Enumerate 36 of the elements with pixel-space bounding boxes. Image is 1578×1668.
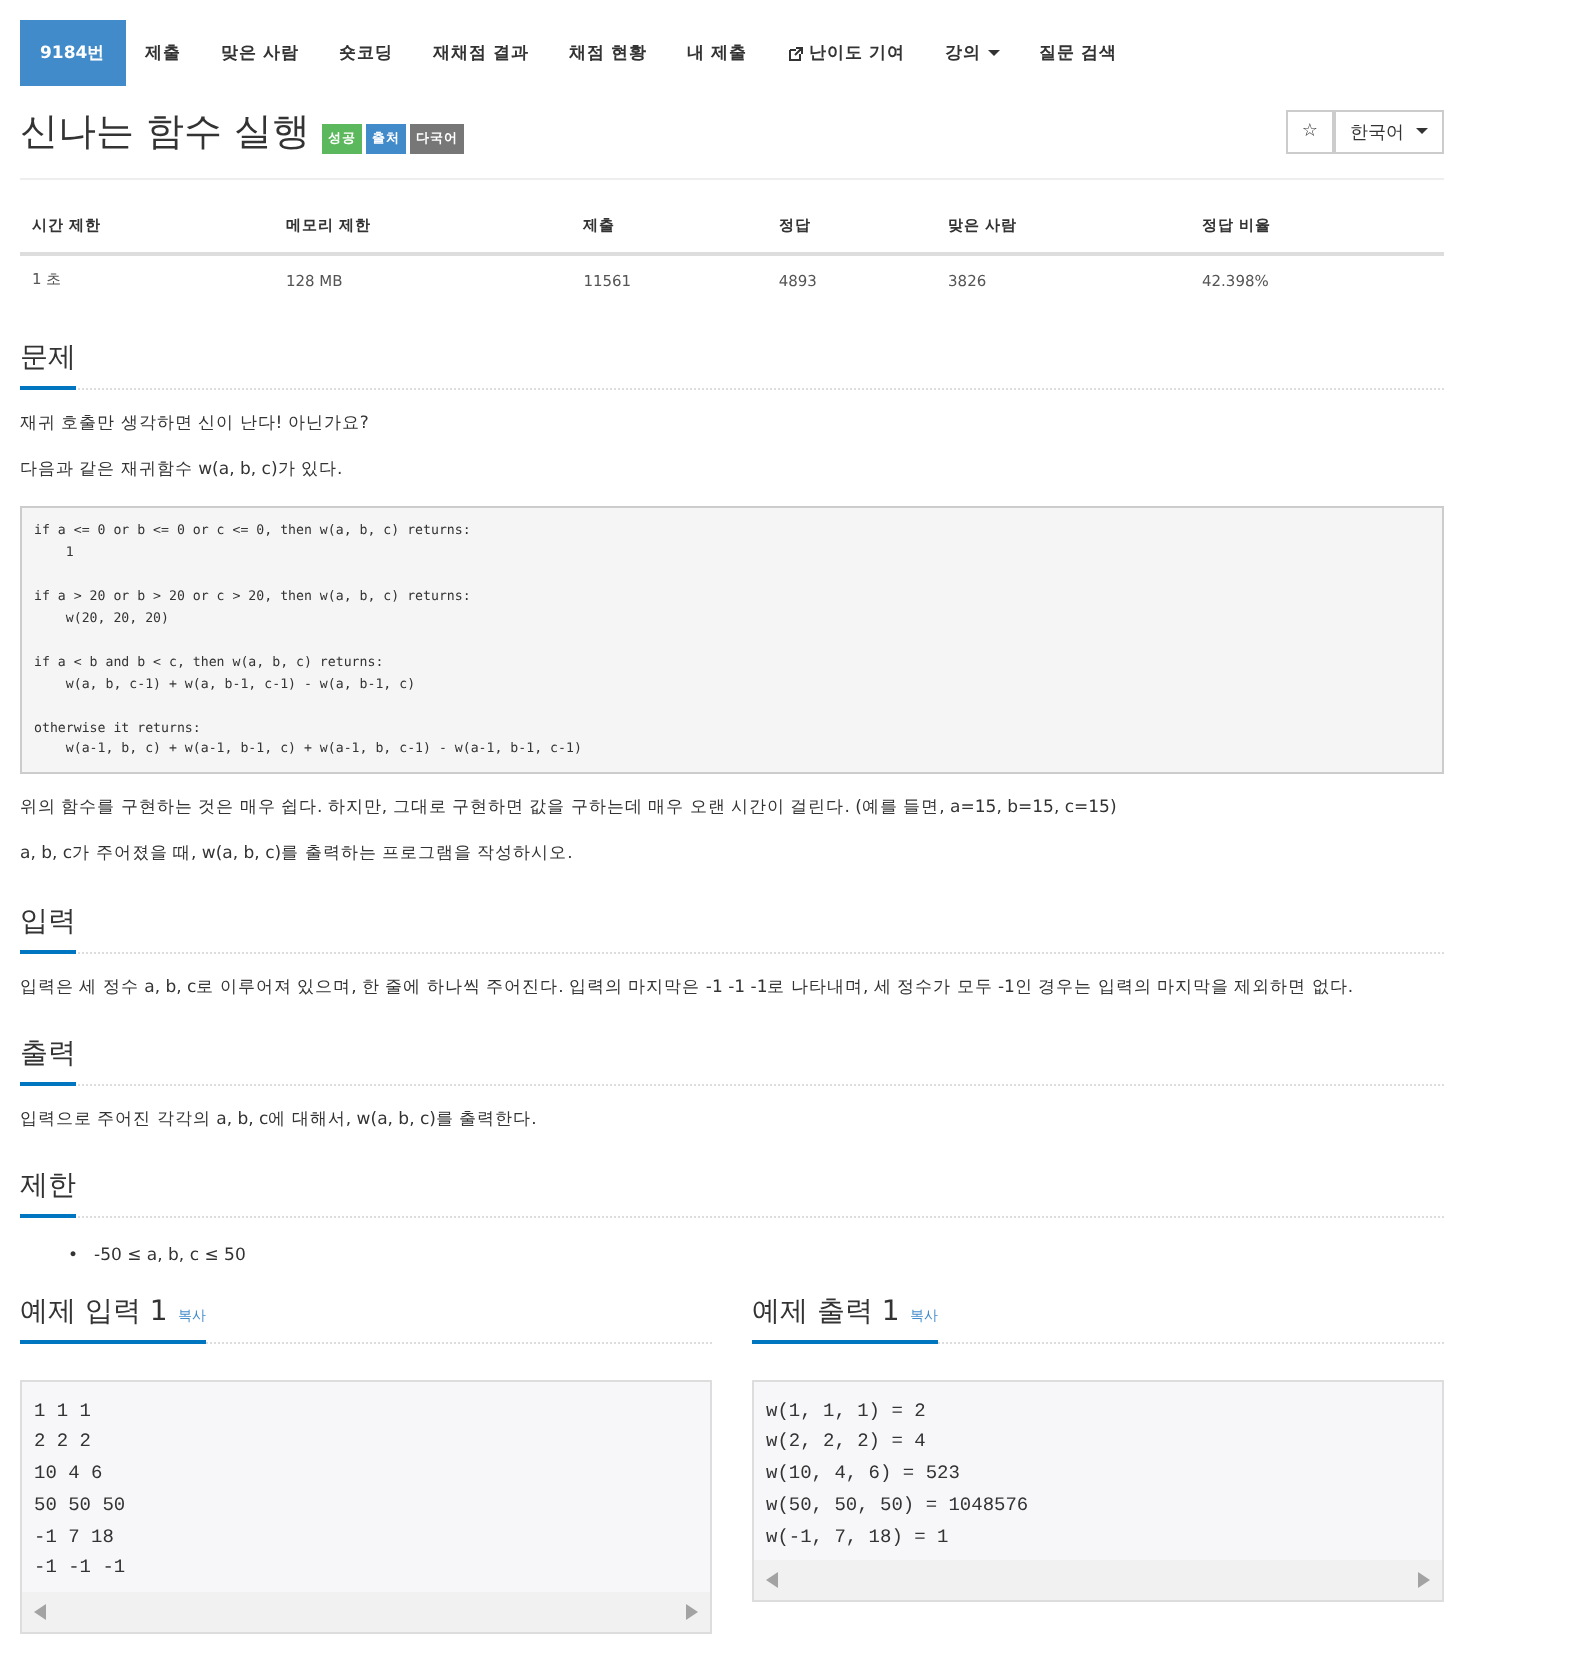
section-heading: 문제 <box>20 340 76 390</box>
section-heading: 입력 <box>20 903 76 953</box>
list-item: -50 ≤ a, b, c ≤ 50 <box>94 1245 246 1266</box>
star-button[interactable]: ☆ <box>1285 110 1334 154</box>
sample-text: w(1, 1, 1) = 2 w(2, 2, 2) = 4 w(10, 4, 6) = 523 w(50, 50, 50) = 1048576 w(-1, 7, 18) = 1 <box>764 1397 1031 1552</box>
section-heading: 제한 <box>20 1167 76 1218</box>
nav-tab[interactable]: 숏코딩 <box>319 20 414 86</box>
problem-title: 신나는 함수 실행 <box>20 108 311 158</box>
bullet: • <box>68 1245 79 1266</box>
scroll-left-icon[interactable] <box>34 1604 46 1621</box>
caret-icon <box>987 49 1000 57</box>
language-dropdown[interactable]: 한국어 <box>1334 110 1444 154</box>
scroll-right-icon[interactable] <box>686 1604 698 1621</box>
nav-tab[interactable]: 9184번 <box>20 20 126 86</box>
nav-tab[interactable]: 채점 현황 <box>549 20 668 86</box>
nav-tab[interactable]: 제출 <box>125 20 202 86</box>
nav-tab[interactable]: 내 제출 <box>667 20 768 86</box>
nav-tab[interactable]: 맞은 사람 <box>201 20 320 86</box>
nav-tab[interactable]: 재채점 결과 <box>413 20 550 86</box>
paragraph: a, b, c가 주어졌을 때, w(a, b, c)를 출력하는 프로그램을 작성하시오. <box>20 844 575 867</box>
paragraph: 입력으로 주어진 각각의 a, b, c에 대해서, w(a, b, c)를 출력한다. <box>20 1109 539 1132</box>
external-link-icon <box>787 45 804 61</box>
nav-tab[interactable]: 질문 검색 <box>1019 20 1137 86</box>
nav-tab[interactable]: 난이도 기여 <box>767 20 926 86</box>
section-heading: 출력 <box>20 1035 76 1086</box>
paragraph: 위의 함수를 구현하는 것은 매우 쉽다. 하지만, 그대로 구현하면 값을 구하는데 매우 오랜 시간이 걸린다. (예를 들면, a=15, b=15, c=15) <box>20 798 1119 821</box>
paragraph: 다음과 같은 재귀함수 w(a, b, c)가 있다. <box>20 460 345 483</box>
paragraph: 재귀 호출만 생각하면 신이 난다! 아닌가요? <box>20 414 371 437</box>
caret-icon <box>1416 128 1428 136</box>
scroll-left-icon[interactable] <box>766 1572 778 1589</box>
scrollbar[interactable] <box>754 1560 1442 1601</box>
scrollbar[interactable] <box>22 1592 710 1633</box>
sample-text: 1 1 1 2 2 2 10 4 6 50 50 50 -1 7 18 -1 -1 -1 <box>32 1397 128 1583</box>
paragraph: 입력은 세 정수 a, b, c로 이루어져 있으며, 한 줄에 하나씩 주어진다. 입력의 마지막은 -1 -1 -1로 나타내며, 세 정수가 모두 -1인 경우는 입력의 마지막을 제외하면 없다. <box>20 977 1356 1000</box>
scroll-right-icon[interactable] <box>1418 1572 1430 1589</box>
nav-tab[interactable]: 강의 <box>925 20 1020 86</box>
